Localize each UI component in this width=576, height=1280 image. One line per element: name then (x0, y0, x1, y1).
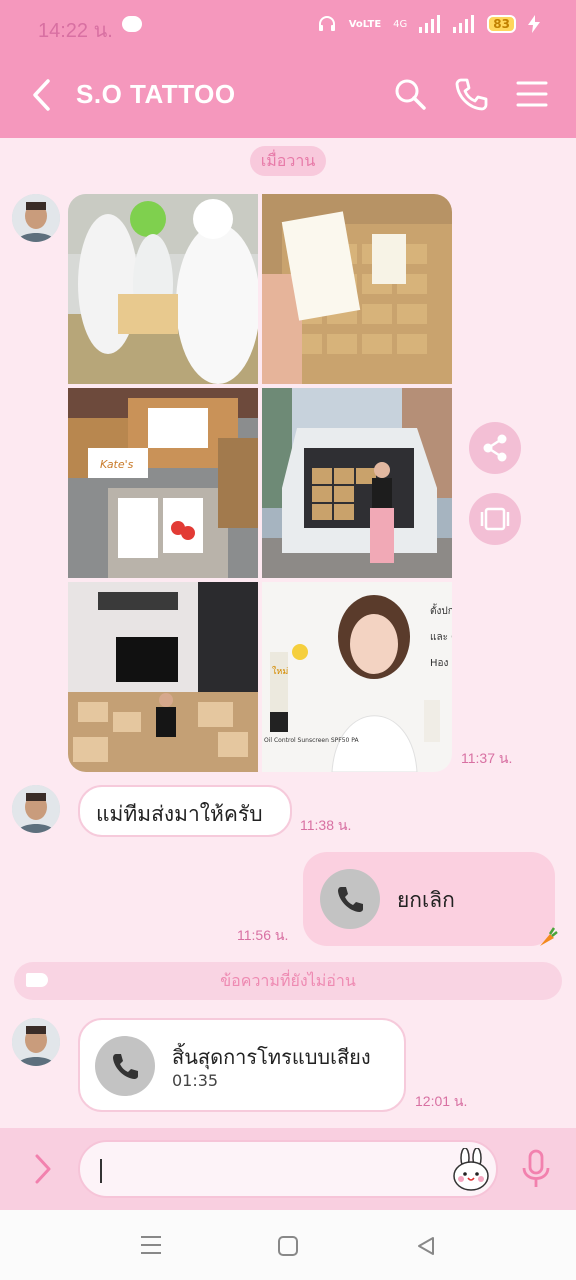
text-cursor (100, 1159, 102, 1183)
album-photo-6[interactable]: ตั้งปกป้ และ ดูแล Hอง ใหม่ Oil Control S… (262, 582, 452, 772)
message-input[interactable] (78, 1140, 498, 1198)
sender-avatar[interactable] (12, 194, 60, 242)
phone-icon[interactable] (453, 76, 489, 112)
photo-album[interactable]: Kate's ตั้งปก และ Hอง ใหม่ Oil Control S… (68, 194, 454, 772)
status-bar: 14:22 น. VoLTE 4G 83 (0, 0, 576, 52)
text-message-bubble[interactable]: แม่ทีมส่งมาให้ครับ (78, 785, 292, 837)
signal-icon (419, 15, 441, 33)
sticker-icon[interactable] (450, 1148, 492, 1192)
message-time: 12:01 น. (415, 1093, 468, 1109)
microphone-icon[interactable] (520, 1148, 552, 1190)
album-photo-2[interactable] (262, 194, 452, 384)
sender-avatar[interactable] (12, 1018, 60, 1066)
call-icon-circle (95, 1036, 155, 1096)
chat-header: S.O TATTOO (0, 52, 576, 138)
volte-label: VoLTE (348, 18, 382, 30)
phone-icon (338, 887, 363, 912)
back-nav-icon[interactable] (414, 1234, 438, 1258)
date-separator: เมื่อวาน (250, 146, 326, 176)
album-photo-1[interactable] (68, 194, 258, 384)
ad-text-3: Hอง (430, 658, 449, 669)
status-icons: VoLTE 4G 83 (317, 14, 540, 34)
menu-icon[interactable] (514, 76, 550, 112)
message-time: 11:38 น. (300, 817, 352, 833)
phone-icon (113, 1054, 138, 1079)
message-time: 11:56 น. (237, 927, 289, 943)
unread-label: ข้อความที่ยังไม่อ่าน (220, 971, 356, 990)
album-view-button[interactable] (469, 493, 521, 545)
call-duration: 01:35 (172, 1071, 219, 1090)
back-icon[interactable] (28, 76, 58, 114)
share-icon (483, 434, 507, 462)
recent-apps-icon[interactable] (138, 1234, 164, 1256)
share-button[interactable] (469, 422, 521, 474)
chat-title: S.O TATTOO (76, 79, 236, 109)
line-notification-icon (122, 16, 142, 32)
unread-messages-divider: ข้อความที่ยังไม่อ่าน (14, 962, 562, 1000)
home-icon[interactable] (276, 1234, 300, 1258)
call-icon-circle (320, 869, 380, 929)
box-brand-label: Kate's (100, 458, 134, 471)
message-text: แม่ทีมส่งมาให้ครับ (96, 802, 263, 826)
status-time: 14:22 น. (38, 20, 113, 42)
headphones-icon (318, 16, 335, 31)
carrot-sticker-icon (540, 927, 558, 946)
album-photo-4[interactable] (262, 388, 452, 578)
expand-icon[interactable] (30, 1152, 56, 1186)
call-bubble-outgoing[interactable]: ยกเลิก (303, 852, 555, 946)
call-status-label: ยกเลิก (397, 888, 455, 912)
network-4g-label: 4G (393, 18, 408, 30)
charging-icon (528, 15, 540, 33)
ad-text-2: และ ดูแล (430, 632, 452, 643)
signal-icon-2 (453, 15, 475, 33)
battery-indicator: 83 (487, 15, 516, 33)
message-input-bar (0, 1128, 576, 1210)
album-photo-3[interactable]: Kate's (68, 388, 258, 578)
sender-avatar[interactable] (12, 785, 60, 833)
call-status-label: สิ้นสุดการโทรแบบเสียง (172, 1045, 371, 1069)
search-icon[interactable] (392, 76, 428, 112)
call-bubble-incoming[interactable]: สิ้นสุดการโทรแบบเสียง 01:35 (78, 1018, 406, 1112)
system-navigation-bar (0, 1210, 576, 1280)
label-tag-icon (26, 973, 48, 987)
ad-text-1: ตั้งปกป้ (430, 606, 452, 617)
ad-badge: ใหม่ (272, 667, 289, 677)
ad-product-text: Oil Control Sunscreen SPF50 PA (264, 737, 359, 744)
message-time: 11:37 น. (461, 750, 513, 766)
album-photo-5[interactable] (68, 582, 258, 772)
album-icon (480, 507, 510, 531)
